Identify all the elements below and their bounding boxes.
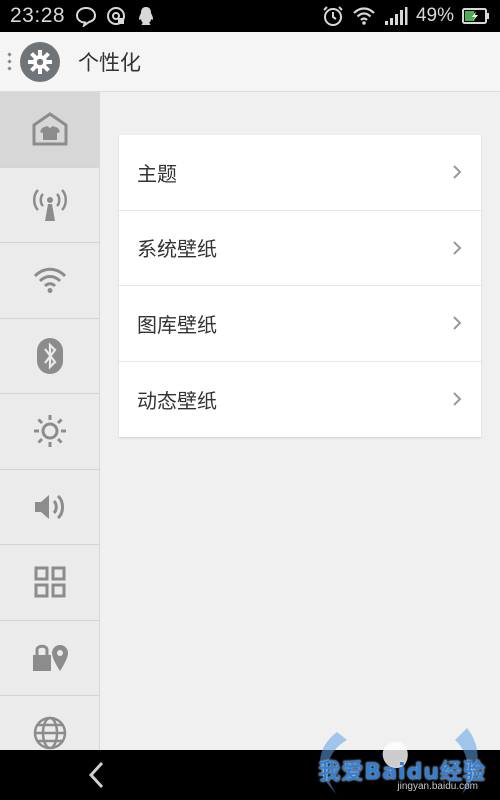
brightness-icon: [34, 415, 66, 448]
list-item-system-wallpaper[interactable]: 系统壁纸: [119, 211, 481, 286]
list-item-label: 系统壁纸: [137, 237, 217, 262]
sidebar-item-wifi[interactable]: [0, 243, 99, 319]
alarm-icon: [323, 6, 343, 26]
volume-icon: [35, 494, 64, 519]
personalization-icon: [32, 112, 68, 146]
main-content: 主题 系统壁纸 图库壁纸 动态壁纸: [100, 92, 500, 750]
sidebar-item-language[interactable]: [0, 696, 99, 750]
battery-icon: [462, 8, 489, 24]
apps-grid-icon: [34, 566, 66, 598]
wifi-icon: [33, 268, 67, 294]
status-notification-icons: [75, 5, 157, 27]
battery-percent: 49%: [415, 5, 454, 26]
app-header: 个性化: [0, 32, 500, 92]
status-bar: 23:28 49%: [0, 0, 500, 32]
watermark-url: jingyan.baidu.com: [397, 781, 478, 792]
list-item-label: 动态壁纸: [137, 388, 217, 413]
lock-location-icon: [33, 644, 68, 671]
signal-icon: [384, 7, 408, 25]
personalization-list: 主题 系统壁纸 图库壁纸 动态壁纸: [119, 135, 481, 437]
sidebar-item-personalization[interactable]: [0, 92, 99, 168]
wifi-icon: [353, 7, 375, 25]
gear-icon: [28, 49, 52, 74]
sidebar-item-network[interactable]: [0, 167, 99, 243]
page-title: 个性化: [78, 50, 141, 75]
back-button[interactable]: [84, 760, 108, 790]
mail-icon: [107, 7, 126, 25]
sidebar-item-apps[interactable]: [0, 545, 99, 621]
chevron-right-icon: [453, 165, 462, 179]
list-item-live-wallpaper[interactable]: 动态壁纸: [119, 362, 481, 438]
bluetooth-icon: [37, 337, 63, 374]
sidebar-item-security-location[interactable]: [0, 620, 99, 696]
globe-icon: [33, 717, 67, 750]
sidebar: [0, 92, 100, 750]
chevron-right-icon: [453, 316, 462, 330]
sidebar-item-sound[interactable]: [0, 469, 99, 545]
tower-icon: [33, 188, 67, 221]
list-item-label: 图库壁纸: [137, 312, 217, 337]
list-item-theme[interactable]: 主题: [119, 135, 481, 211]
status-system-icons: 49%: [322, 5, 490, 27]
settings-home-button[interactable]: [20, 41, 60, 82]
sidebar-item-display[interactable]: [0, 394, 99, 470]
message-icon: [76, 6, 97, 27]
sidebar-item-bluetooth[interactable]: [0, 318, 99, 394]
chevron-right-icon: [453, 392, 462, 406]
qq-icon: [139, 7, 154, 25]
drawer-handle[interactable]: [4, 52, 14, 71]
list-item-label: 主题: [137, 161, 177, 186]
chevron-right-icon: [453, 241, 462, 255]
status-time: 23:28: [10, 4, 66, 27]
list-item-gallery-wallpaper[interactable]: 图库壁纸: [119, 286, 481, 362]
